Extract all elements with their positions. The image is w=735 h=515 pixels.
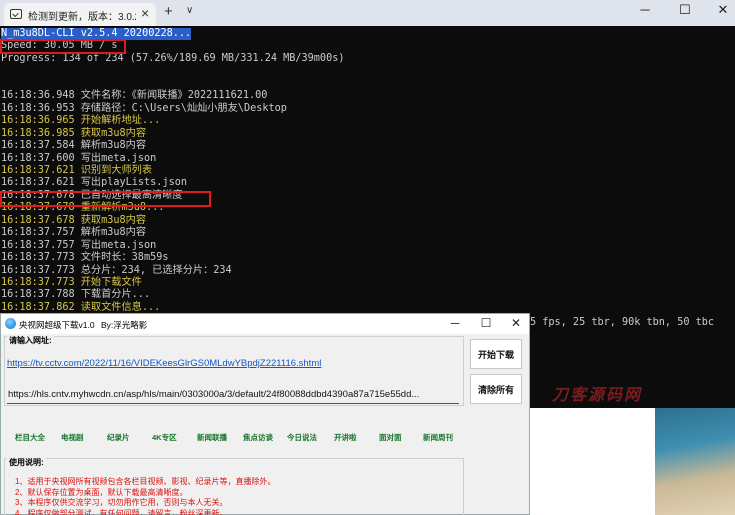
channel-link[interactable]: 新闻周刊 — [423, 432, 453, 443]
channel-link[interactable]: 新闻联播 — [197, 432, 227, 443]
app-title: 央视网超级下载v1.0 — [19, 320, 95, 330]
terminal-line: 16:18:37.773 总分片：234, 已选择分片：234 — [1, 264, 232, 276]
channel-link[interactable]: 纪录片 — [107, 432, 130, 443]
terminal-line: 16:18:36.948 文件名称：《新闻联播》2022111621.00 — [1, 90, 268, 102]
page-url-link[interactable]: https://tv.cctv.com/2022/11/16/VIDEKeesG… — [7, 358, 321, 369]
app-minimize-button[interactable]: ─ — [445, 316, 465, 330]
terminal-tab[interactable]: 检测到更新，版本：3.0.2! 新 × — [4, 3, 156, 26]
terminal-line: 16:18:36.985 获取m3u8内容 — [1, 127, 147, 139]
stream-url-field[interactable]: https://hls.cntv.myhwcdn.cn/asp/hls/main… — [7, 387, 459, 404]
speed-highlight-box — [0, 39, 126, 54]
channel-link[interactable]: 开讲啦 — [334, 432, 357, 443]
terminal-line: 16:18:36.953 存储路径：C:\Users\灿灿小朋友\Desktop — [1, 102, 287, 114]
clear-all-button[interactable]: 清除所有 — [470, 374, 522, 404]
tab-dropdown-chevron-icon[interactable]: ∨ — [186, 5, 193, 16]
terminal-line: 16:18:37.757 解析m3u8内容 — [1, 227, 147, 239]
channel-link[interactable]: 今日说法 — [287, 432, 317, 443]
terminal-line: 16:18:37.584 解析m3u8内容 — [1, 140, 147, 152]
terminal-line: 16:18:37.621 识别到大师列表 — [1, 164, 153, 176]
app-author: By:浮光略影 — [101, 320, 148, 330]
watermark-text: 刀客源码网 — [552, 387, 643, 404]
app-close-button[interactable]: ✕ — [506, 316, 526, 330]
usage-line: 1、适用于央视网所有视频包含各栏目视频、影视、纪录片等，直播除外。 — [15, 477, 276, 486]
new-tab-plus-icon[interactable]: + — [164, 3, 173, 20]
terminal-line: 16:18:37.773 文件时长：38m59s — [1, 252, 169, 264]
terminal-line: Progress: 134 of 234 (57.26%/189.69 MB/3… — [1, 52, 345, 64]
downloader-app-window: 央视网超级下载v1.0 By:浮光略影 ─ ☐ ✕ 请输入网址: https:/… — [0, 313, 530, 515]
terminal-line: 16:18:36.965 开始解析地址... — [1, 115, 161, 127]
start-download-button[interactable]: 开始下载 — [470, 339, 522, 369]
terminal-tab-title: 检测到更新，版本：3.0.2! 新 — [28, 12, 136, 23]
channel-link[interactable]: 面对面 — [379, 432, 402, 443]
terminal-close-button[interactable]: ✕ — [711, 2, 735, 18]
terminal-tab-bar: 检测到更新，版本：3.0.2! 新 × + ∨ ─ ☐ ✕ — [0, 0, 735, 26]
terminal-minimize-button[interactable]: ─ — [633, 2, 657, 17]
terminal-line: 16:18:37.757 写出meta.json — [1, 239, 157, 251]
usage-label: 使用说明: — [7, 457, 46, 468]
channel-link[interactable]: 4K专区 — [152, 432, 177, 443]
usage-line: 2、默认保存位置为桌面，默认下载最高清晰度。 — [15, 487, 188, 497]
background-photo — [655, 408, 735, 515]
terminal-line: 16:18:37.788 下载首分片... — [1, 289, 151, 301]
terminal-ffmpeg-output-tail: 5 fps, 25 tbr, 90k tbn, 50 tbc — [530, 317, 715, 328]
terminal-line: 16:18:37.678 获取m3u8内容 — [1, 214, 147, 226]
terminal-line: 16:18:37.621 写出playLists.json — [1, 177, 187, 189]
channel-links-bar: 栏目大全 电视剧 纪录片 4K专区 新闻联播 焦点访谈 今日说法 开讲啦 面对面 新闻周刊 — [3, 432, 473, 452]
channel-link[interactable]: 电视剧 — [61, 432, 84, 443]
usage-line: 4、程序仅做部分测试，有任何问题，请留言，粉丝深更新。 — [15, 508, 228, 515]
usage-line: 3、本程序仅供交流学习，切勿用作它用，否则与本人无关。 — [15, 498, 228, 507]
app-logo-icon — [5, 318, 16, 329]
terminal-output[interactable]: N_m3u8DL-CLI v2.5.4 20200228... Speed: 30… — [0, 26, 735, 326]
terminal-icon — [10, 9, 22, 19]
url-input-label: 请输入网址: — [7, 335, 54, 346]
app-titlebar: 央视网超级下载v1.0 By:浮光略影 ─ ☐ ✕ — [1, 314, 529, 334]
terminal-maximize-button[interactable]: ☐ — [673, 2, 697, 18]
tab-close-icon[interactable]: × — [141, 5, 149, 21]
terminal-line: 16:18:37.600 写出meta.json — [1, 152, 157, 164]
app-maximize-button[interactable]: ☐ — [476, 316, 496, 330]
terminal-line: 16:18:37.773 开始下载文件 — [1, 277, 142, 288]
auto-select-highlight-box — [0, 191, 211, 207]
channel-link[interactable]: 焦点访谈 — [243, 432, 273, 443]
channel-link[interactable]: 栏目大全 — [15, 432, 45, 443]
